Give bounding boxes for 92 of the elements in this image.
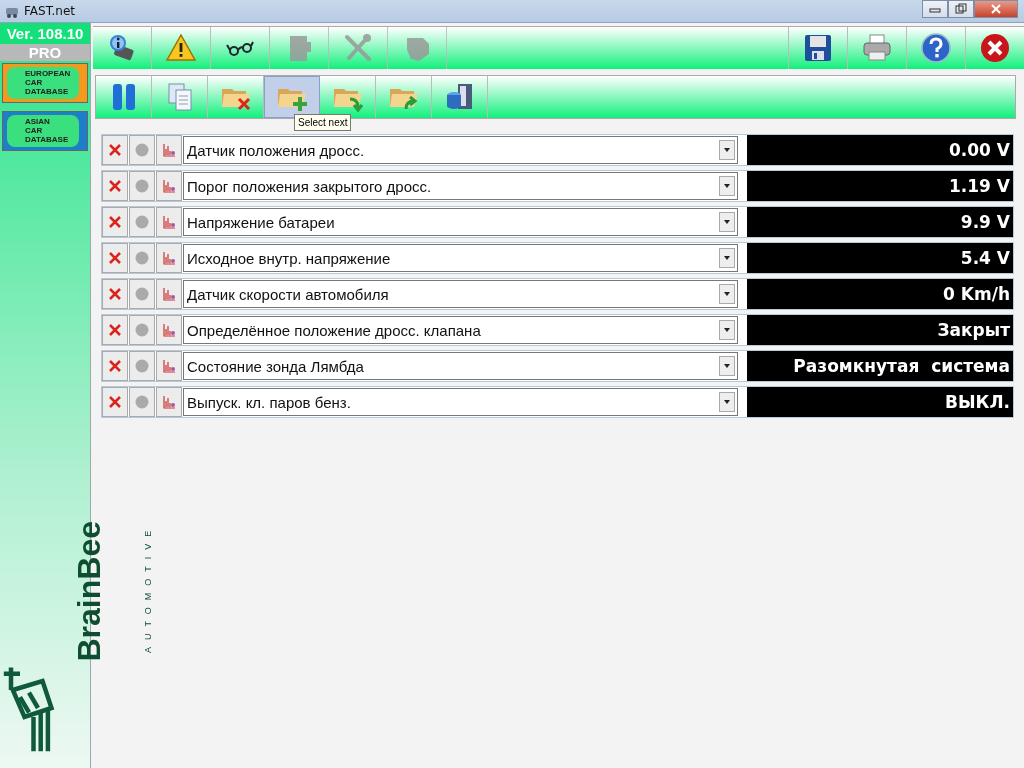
dropdown-arrow-icon (723, 148, 731, 152)
dot-icon (135, 323, 149, 337)
dot-icon (135, 251, 149, 265)
graph-icon (162, 143, 176, 157)
value-display: Закрыт (747, 315, 1013, 345)
dot-icon (135, 359, 149, 373)
graph-icon (162, 323, 176, 337)
cross-icon (108, 179, 122, 193)
graph-icon (162, 287, 176, 301)
minimize-icon (929, 5, 941, 13)
graph-icon (162, 215, 176, 229)
tools-icon (342, 32, 374, 64)
record-button[interactable] (129, 135, 155, 165)
graph-button[interactable] (156, 135, 182, 165)
brand-name: BrainBee (70, 520, 108, 662)
dropdown-arrow-icon (723, 256, 731, 260)
dot-icon (135, 287, 149, 301)
cross-icon (108, 287, 122, 301)
version-label: Ver. 108.10 (0, 23, 90, 44)
value-display: 9.9 V (747, 207, 1013, 237)
graph-icon (162, 359, 176, 373)
graph-button[interactable] (156, 243, 182, 273)
remove-button[interactable] (102, 387, 128, 417)
graph-button[interactable] (156, 279, 182, 309)
window-title: FAST.net (24, 4, 76, 18)
tooltip: Select next (294, 114, 352, 131)
record-button[interactable] (129, 243, 155, 273)
dot-icon (135, 215, 149, 229)
parameter-dropdown[interactable]: Датчик положения дросс. (183, 136, 738, 164)
database-button[interactable]: ASIAN CAR DATABASE (2, 111, 88, 151)
remove-button[interactable] (102, 135, 128, 165)
dropdown-arrow-icon (723, 220, 731, 224)
graph-button[interactable] (156, 387, 182, 417)
save-icon (802, 32, 834, 64)
dropdown-arrow-icon (723, 364, 731, 368)
close-icon (979, 32, 1011, 64)
record-button[interactable] (129, 207, 155, 237)
remove-button[interactable] (102, 315, 128, 345)
dot-icon (135, 179, 149, 193)
record-button[interactable] (129, 315, 155, 345)
printer-icon (861, 32, 893, 64)
cross-icon (108, 143, 122, 157)
dropdown-arrow-icon (723, 328, 731, 332)
restore-icon (955, 3, 967, 15)
remove-button[interactable] (102, 171, 128, 201)
graph-button[interactable] (156, 351, 182, 381)
remove-button[interactable] (102, 207, 128, 237)
graph-button[interactable] (156, 207, 182, 237)
parameter-dropdown[interactable]: Порог положения закрытого дросс. (183, 172, 738, 200)
cross-icon (108, 215, 122, 229)
parameter-dropdown[interactable]: Напряжение батареи (183, 208, 738, 236)
close-button[interactable] (974, 0, 1018, 18)
value-display: 0.00 V (747, 135, 1013, 165)
database-button[interactable]: EUROPEAN CAR DATABASE (2, 63, 88, 103)
record-button[interactable] (129, 387, 155, 417)
graph-button[interactable] (156, 315, 182, 345)
remove-button[interactable] (102, 279, 128, 309)
brand-tagline: AUTOMOTIVE (143, 522, 153, 653)
value-display: Разомкнутая система (747, 351, 1013, 381)
close-icon (990, 4, 1002, 14)
remove-button[interactable] (102, 243, 128, 273)
cross-icon (108, 395, 122, 409)
restore-button[interactable] (948, 0, 974, 18)
remove-button[interactable] (102, 351, 128, 381)
record-button[interactable] (129, 351, 155, 381)
dot-icon (135, 143, 149, 157)
dot-icon (135, 395, 149, 409)
cross-icon (108, 323, 122, 337)
graph-icon (162, 395, 176, 409)
parameter-dropdown[interactable]: Определённое положение дросс. клапана (183, 316, 738, 344)
dropdown-arrow-icon (723, 400, 731, 404)
record-button[interactable] (129, 171, 155, 201)
graph-button[interactable] (156, 171, 182, 201)
parameter-dropdown[interactable]: Выпуск. кл. паров бенз. (183, 388, 738, 416)
record-button[interactable] (129, 279, 155, 309)
graph-icon (162, 179, 176, 193)
cross-icon (108, 251, 122, 265)
dropdown-arrow-icon (723, 184, 731, 188)
value-display: 0 Km/h (747, 279, 1013, 309)
edition-label: PRO (0, 44, 90, 61)
dropdown-arrow-icon (723, 292, 731, 296)
parameter-dropdown[interactable]: Состояние зонда Лямбда (183, 352, 738, 380)
value-display: 1.19 V (747, 171, 1013, 201)
graph-icon (162, 251, 176, 265)
parameter-dropdown[interactable]: Исходное внутр. напряжение (183, 244, 738, 272)
cross-icon (108, 359, 122, 373)
value-display: ВЫКЛ. (747, 387, 1013, 417)
help-icon (920, 32, 952, 64)
warning-icon (165, 32, 197, 64)
value-display: 5.4 V (747, 243, 1013, 273)
minimize-button[interactable] (922, 0, 948, 18)
parameter-dropdown[interactable]: Датчик скорости автомобиля (183, 280, 738, 308)
